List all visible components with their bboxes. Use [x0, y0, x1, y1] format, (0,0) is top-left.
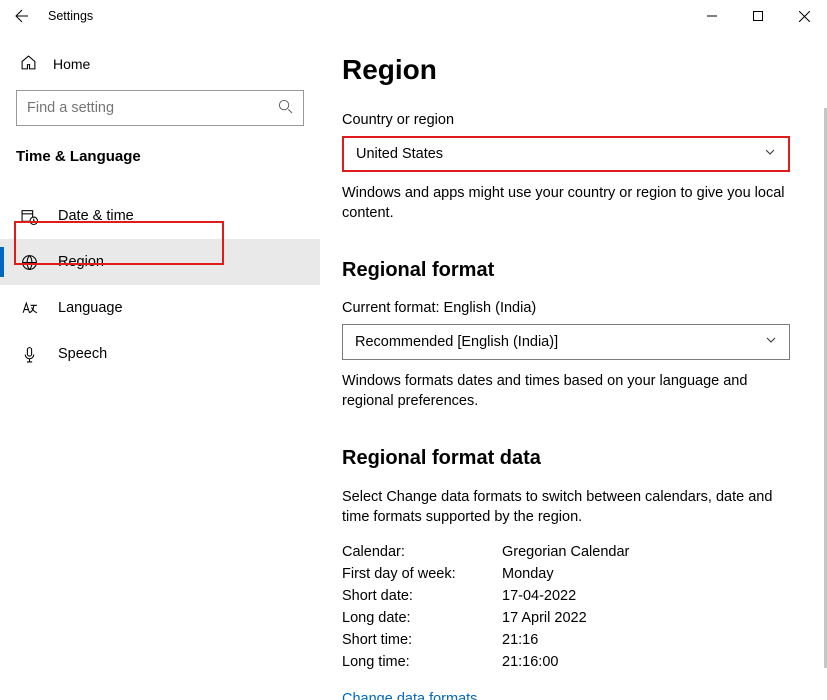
regional-format-desc: Windows formats dates and times based on…	[342, 372, 790, 411]
titlebar: Settings	[0, 0, 827, 32]
minimize-button[interactable]	[689, 0, 735, 32]
regional-format-dropdown[interactable]: Recommended [English (India)]	[342, 324, 790, 360]
kv-key: Short date:	[342, 588, 502, 604]
current-format-label: Current format: English (India)	[342, 300, 805, 316]
home-icon	[20, 54, 37, 74]
kv-val: 17-04-2022	[502, 588, 576, 604]
sidebar-item-label: Region	[58, 254, 104, 270]
language-icon	[20, 300, 38, 317]
country-label: Country or region	[342, 112, 805, 128]
table-row: Calendar: Gregorian Calendar	[342, 541, 805, 563]
calendar-clock-icon	[20, 208, 38, 225]
change-data-formats-link[interactable]: Change data formats	[342, 691, 805, 700]
kv-val: Gregorian Calendar	[502, 544, 629, 560]
sidebar-item-label: Language	[58, 300, 123, 316]
sidebar-item-date-time[interactable]: Date & time	[0, 193, 320, 239]
format-data-table: Calendar: Gregorian Calendar First day o…	[342, 541, 805, 673]
kv-val: 21:16	[502, 632, 538, 648]
kv-key: Calendar:	[342, 544, 502, 560]
kv-key: Long date:	[342, 610, 502, 626]
search-input-wrap[interactable]	[16, 90, 304, 126]
sidebar-item-label: Date & time	[58, 208, 134, 224]
main-content: Region Country or region United States W…	[320, 32, 827, 700]
kv-key: Long time:	[342, 654, 502, 670]
table-row: Long date: 17 April 2022	[342, 607, 805, 629]
maximize-button[interactable]	[735, 0, 781, 32]
kv-val: 17 April 2022	[502, 610, 587, 626]
dropdown-value: United States	[356, 146, 443, 162]
search-icon	[278, 99, 293, 117]
dropdown-value: Recommended [English (India)]	[355, 334, 558, 350]
home-button[interactable]: Home	[0, 44, 320, 84]
regional-format-heading: Regional format	[342, 259, 805, 282]
country-dropdown[interactable]: United States	[342, 136, 790, 172]
home-label: Home	[53, 56, 90, 72]
regional-format-data-heading: Regional format data	[342, 447, 805, 470]
back-button[interactable]	[0, 0, 44, 32]
sidebar: Home Time & Language Date & time Region	[0, 32, 320, 700]
kv-key: First day of week:	[342, 566, 502, 582]
kv-key: Short time:	[342, 632, 502, 648]
minimize-icon	[707, 11, 717, 21]
sidebar-item-language[interactable]: Language	[0, 285, 320, 331]
page-title: Region	[342, 54, 805, 86]
table-row: First day of week: Monday	[342, 563, 805, 585]
globe-icon	[20, 254, 38, 271]
search-input[interactable]	[27, 100, 278, 116]
sidebar-item-speech[interactable]: Speech	[0, 331, 320, 377]
sidebar-item-region[interactable]: Region	[0, 239, 320, 285]
regional-format-data-desc: Select Change data formats to switch bet…	[342, 488, 790, 527]
chevron-down-icon	[764, 146, 776, 162]
chevron-down-icon	[765, 334, 777, 350]
table-row: Long time: 21:16:00	[342, 651, 805, 673]
country-desc: Windows and apps might use your country …	[342, 184, 790, 223]
section-title: Time & Language	[0, 144, 320, 193]
maximize-icon	[753, 11, 763, 21]
kv-val: Monday	[502, 566, 554, 582]
sidebar-item-label: Speech	[58, 346, 107, 362]
kv-val: 21:16:00	[502, 654, 558, 670]
table-row: Short date: 17-04-2022	[342, 585, 805, 607]
microphone-icon	[20, 346, 38, 363]
close-icon	[799, 11, 810, 22]
arrow-left-icon	[14, 8, 30, 24]
table-row: Short time: 21:16	[342, 629, 805, 651]
window-title: Settings	[44, 9, 93, 23]
close-button[interactable]	[781, 0, 827, 32]
